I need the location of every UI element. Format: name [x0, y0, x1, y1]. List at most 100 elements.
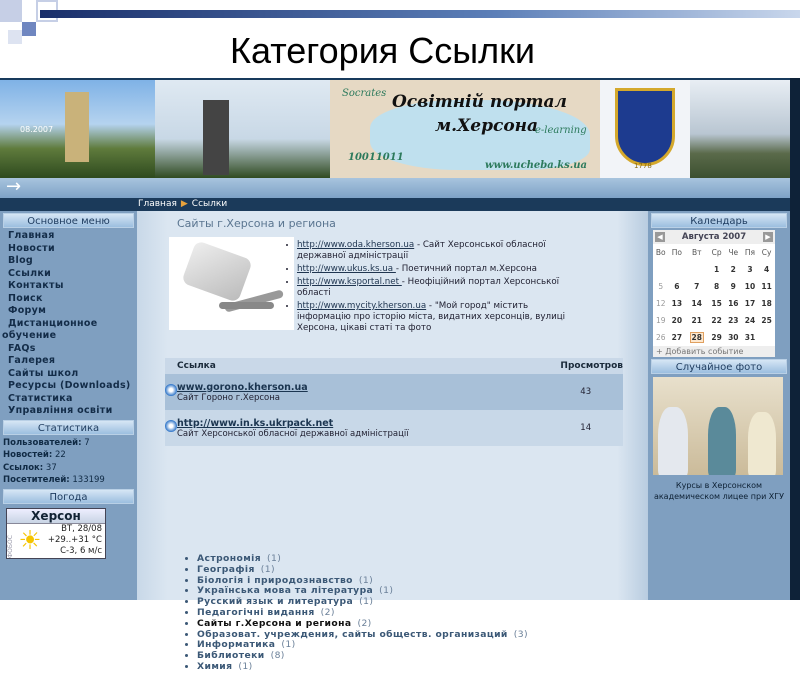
category-item[interactable]: Химия (1) — [197, 661, 528, 673]
today-marker: 28 — [689, 332, 704, 343]
calendar-day[interactable]: 18 — [758, 295, 775, 312]
weekday-label: Су — [761, 248, 772, 257]
globe-icon — [165, 384, 177, 396]
menu-item[interactable]: Галерея — [0, 355, 137, 368]
category-name[interactable]: Русский язык и литература — [197, 596, 353, 607]
arrow-right-icon[interactable]: → — [6, 176, 21, 197]
stat-value: 7 — [84, 437, 90, 448]
breadcrumb-current: Ссылки — [191, 199, 228, 209]
menu-item[interactable]: FAQs — [0, 343, 137, 356]
calendar-day[interactable]: 4 — [758, 261, 775, 278]
calendar-day[interactable]: 14 — [685, 295, 708, 312]
category-name[interactable]: Образоват. учреждения, сайты обществ. ор… — [197, 629, 508, 640]
link-description: - Поетичний портал м.Херсона — [395, 264, 537, 274]
calendar-day[interactable]: 9 — [725, 278, 742, 295]
stat-label: Посетителей: — [3, 475, 70, 485]
calendar-day[interactable]: 7 — [685, 278, 708, 295]
category-name[interactable]: Библиотеки — [197, 650, 265, 661]
menu-item[interactable]: Статистика — [0, 393, 137, 406]
calendar-day[interactable]: 27 — [669, 329, 686, 346]
menu-item[interactable]: Главная — [0, 230, 137, 243]
calendar-day[interactable]: 17 — [742, 295, 759, 312]
menu-item[interactable]: Поиск — [0, 293, 137, 306]
add-event-link[interactable]: + Добавить событие — [653, 346, 775, 357]
calendar-day[interactable]: 24 — [742, 312, 759, 329]
calendar-day[interactable]: 3 — [742, 261, 759, 278]
menu-item[interactable]: Управління освіти — [0, 405, 137, 418]
page-edge — [790, 78, 800, 600]
menu-item[interactable]: Дистанционное — [0, 318, 137, 331]
calendar-day[interactable]: 10 — [742, 278, 759, 295]
calendar-day[interactable]: 29 — [708, 329, 725, 346]
random-photo-header: Случайное фото — [651, 359, 787, 374]
website-screenshot: 08.2007 Socrates Освітній портал м.Херсо… — [0, 78, 800, 672]
calendar-day[interactable]: 11 — [758, 278, 775, 295]
column-header-views[interactable]: Просмотров — [548, 358, 623, 374]
external-link[interactable]: http://www.ukus.ks.ua — [297, 264, 396, 274]
menu-item[interactable]: Форум — [0, 305, 137, 318]
category-count: (1) — [379, 585, 394, 597]
external-link[interactable]: http://www.ksportal.net — [297, 277, 402, 287]
sun-icon: ☀ — [18, 525, 42, 556]
link-bullet: http://www.ukus.ks.ua - Поетичний портал… — [297, 264, 577, 275]
main-content: Сайты г.Херсона и региона http://www.oda… — [137, 211, 648, 672]
calendar-day[interactable]: 23 — [725, 312, 742, 329]
menu-item[interactable]: Контакты — [0, 280, 137, 293]
calendar-day[interactable]: 8 — [708, 278, 725, 295]
calendar-day[interactable]: 22 — [708, 312, 725, 329]
category-name[interactable]: Информатика — [197, 639, 275, 650]
menu-item[interactable]: Сайты школ — [0, 368, 137, 381]
external-link[interactable]: http://www.mycity.kherson.ua — [297, 301, 426, 311]
link-desc: Сайт Гороно г.Херсона — [177, 392, 281, 403]
weather-widget[interactable]: Херсон ФОБОС ☀ ВТ, 28/08 +29..+31 °C С-3, … — [6, 507, 106, 559]
calendar-day[interactable]: 2 — [725, 261, 742, 278]
calendar-day[interactable]: 28 — [685, 329, 708, 346]
weather-brand: ФОБОС — [7, 534, 14, 558]
elearning-label: e-learning — [535, 125, 587, 136]
calendar-day[interactable]: 1 — [708, 261, 725, 278]
menu-item[interactable]: Ресурсы (Downloads) — [0, 380, 137, 393]
calendar-day[interactable]: 5 — [653, 278, 669, 295]
category-name[interactable]: Педагогічні видання — [197, 607, 315, 618]
calendar-day[interactable]: 12 — [653, 295, 669, 312]
link-url[interactable]: http://www.in.ks.ukrpack.net — [177, 418, 548, 429]
category-count: (3) — [513, 628, 528, 640]
menu-item[interactable]: Blog — [0, 255, 137, 268]
calendar-day[interactable]: 15 — [708, 295, 725, 312]
calendar-day[interactable]: 31 — [742, 329, 759, 346]
calendar-day[interactable]: 25 — [758, 312, 775, 329]
emblem: 1778 — [600, 80, 690, 178]
menu-item[interactable]: обучение — [0, 330, 137, 343]
calendar-day[interactable]: 19 — [653, 312, 669, 329]
category-list: Астрономія(1)Географія(1)Біологія і прир… — [187, 553, 528, 673]
calendar-day[interactable]: 16 — [725, 295, 742, 312]
stat-row: Пользователей: 7 — [0, 437, 137, 450]
category-name[interactable]: Сайты г.Херсона и региона — [197, 618, 351, 629]
category-name[interactable]: Біологія і природознавство — [197, 575, 353, 586]
view-count: 43 — [548, 374, 623, 410]
prev-month-button[interactable]: ◀ — [655, 232, 665, 242]
breadcrumb-home[interactable]: Главная — [138, 199, 177, 209]
calendar-day[interactable]: 13 — [669, 295, 686, 312]
main-menu: Главная Новости Blog Ссылки Контакты Поиск Фор… — [0, 230, 137, 418]
menu-item[interactable]: Новости — [0, 243, 137, 256]
category-name[interactable]: Астрономія — [197, 553, 261, 564]
menu-item[interactable]: Ссылки — [0, 268, 137, 281]
calendar-header: Календарь — [651, 213, 787, 228]
calendar-day[interactable]: 20 — [669, 312, 686, 329]
calendar-day[interactable]: 6 — [669, 278, 686, 295]
calendar-day[interactable]: 21 — [685, 312, 708, 329]
column-header-link[interactable]: Ссылка — [165, 358, 549, 374]
portal-subtitle: м.Херсона — [435, 116, 539, 136]
next-month-button[interactable]: ▶ — [762, 232, 773, 242]
category-name[interactable]: Химия — [197, 661, 232, 672]
category-name[interactable]: Українська мова та література — [197, 585, 373, 596]
external-link[interactable]: http://www.oda.kherson.ua — [297, 240, 414, 250]
category-name[interactable]: Географія — [197, 564, 255, 575]
calendar-day[interactable]: 26 — [653, 329, 669, 346]
calendar-day[interactable]: 30 — [725, 329, 742, 346]
link-url[interactable]: www.gorono.kherson.ua — [177, 382, 548, 393]
calendar-day — [653, 261, 669, 278]
random-photo[interactable] — [653, 377, 783, 475]
binary-label: 10011011 — [348, 152, 404, 163]
